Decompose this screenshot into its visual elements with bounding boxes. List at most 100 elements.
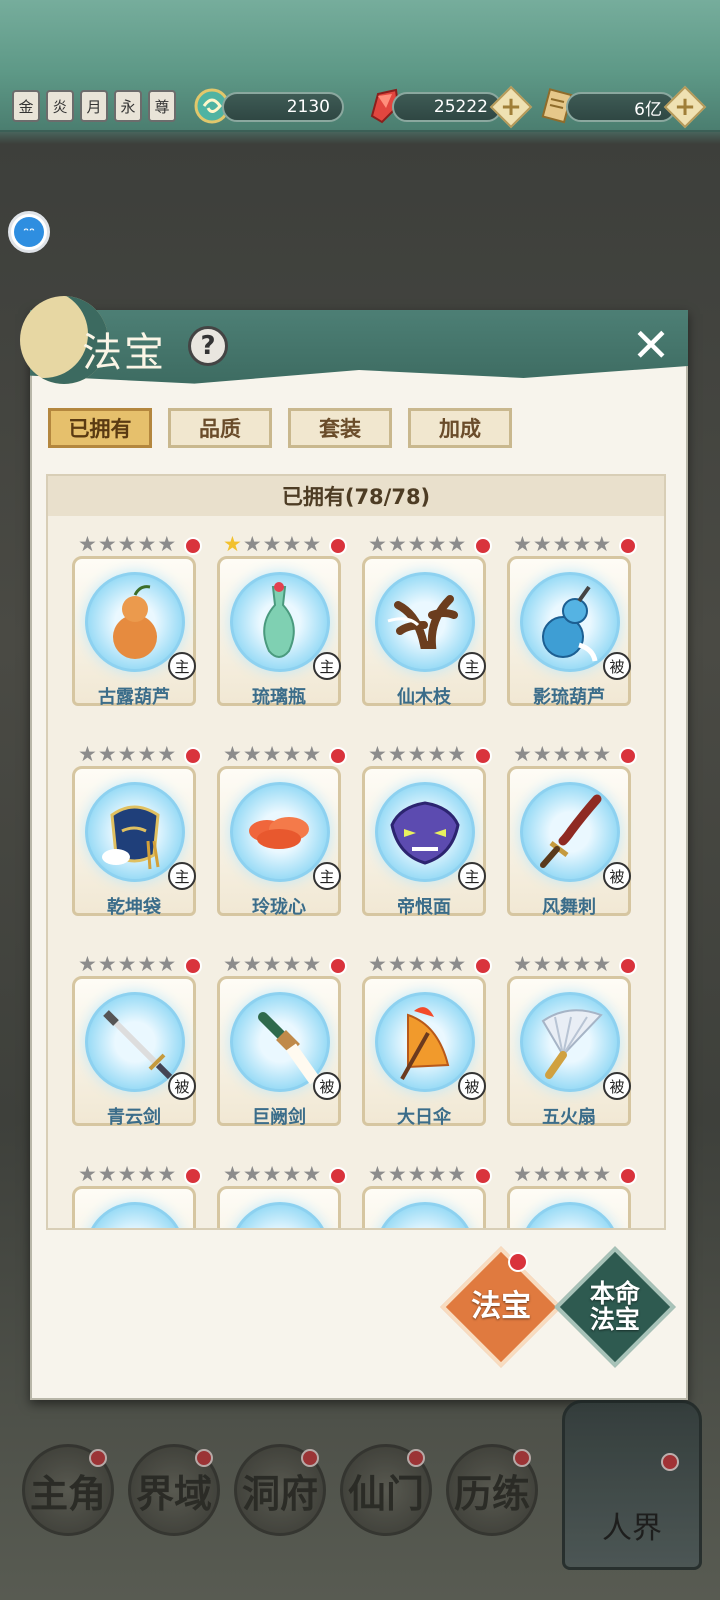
treasure-list[interactable]: 已拥有(78/78) ★ ★ ★ ★ ★ 主古露葫芦 ★ ★ ★ ★ ★ 主琉璃瓶 ★ ★ ★ ★ ★ 主仙木枝 ★… bbox=[46, 474, 666, 1230]
emblem-badge[interactable]: 炎 bbox=[46, 90, 74, 122]
tab-set[interactable]: 套装 bbox=[288, 408, 392, 448]
nav-label: 界域 bbox=[135, 1470, 212, 1516]
star-icon: ★ bbox=[368, 1162, 387, 1186]
emblem-badge[interactable]: 金 bbox=[12, 90, 40, 122]
notification-dot bbox=[184, 957, 202, 975]
notification-dot bbox=[619, 747, 637, 765]
star-rating: ★ ★ ★ ★ ★ bbox=[223, 952, 322, 976]
treasure-name: 巨阙剑 bbox=[252, 1107, 306, 1128]
nav-button[interactable]: 仙门 bbox=[340, 1444, 432, 1536]
role-badge: 被 bbox=[603, 862, 631, 890]
star-rating: ★ ★ ★ ★ ★ bbox=[78, 532, 176, 556]
star-icon: ★ bbox=[157, 952, 177, 976]
treasure-card[interactable]: ★ ★ ★ ★ ★ 主玲珑心 bbox=[203, 736, 347, 918]
tab-quality[interactable]: 品质 bbox=[168, 408, 272, 448]
nav-button[interactable]: 洞府 bbox=[234, 1444, 326, 1536]
treasure-name: 琉璃瓶 bbox=[252, 687, 306, 708]
emblem-badge[interactable]: 尊 bbox=[148, 90, 176, 122]
treasure-card[interactable]: ★ ★ ★ ★ ★ 被大日伞 bbox=[348, 946, 492, 1128]
star-icon: ★ bbox=[532, 952, 552, 976]
nav-button[interactable]: 主角 bbox=[22, 1444, 114, 1536]
gold-amount: 6亿 bbox=[634, 99, 662, 120]
notification-dot bbox=[619, 537, 637, 555]
benming-fabao-button[interactable]: 本命 法宝 bbox=[554, 1246, 676, 1368]
treasure-card[interactable]: ★ ★ ★ ★ ★ bbox=[348, 1156, 492, 1228]
close-button[interactable]: ✕ bbox=[626, 318, 676, 372]
star-rating: ★ ★ ★ ★ ★ bbox=[513, 952, 611, 976]
star-rating: ★ ★ ★ ★ ★ bbox=[78, 742, 177, 766]
star-icon: ★ bbox=[572, 952, 592, 976]
star-rating: ★ ★ ★ ★ ★ bbox=[78, 952, 177, 976]
filter-tabs: 已拥有 品质 套装 加成 bbox=[48, 408, 512, 448]
star-icon: ★ bbox=[137, 952, 157, 976]
notification-dot bbox=[301, 1449, 319, 1467]
plus-icon: + bbox=[674, 92, 696, 122]
fabao-button[interactable]: 法宝 bbox=[440, 1246, 562, 1368]
star-icon: ★ bbox=[302, 532, 322, 556]
treasure-card[interactable]: ★ ★ ★ ★ ★ 被巨阙剑 bbox=[203, 946, 347, 1128]
star-icon: ★ bbox=[532, 742, 552, 766]
star-icon: ★ bbox=[262, 742, 282, 766]
treasure-card[interactable]: ★ ★ ★ ★ ★ bbox=[58, 1156, 202, 1228]
star-icon: ★ bbox=[592, 532, 612, 556]
star-icon: ★ bbox=[427, 532, 447, 556]
tab-bonus[interactable]: 加成 bbox=[408, 408, 512, 448]
star-icon: ★ bbox=[552, 742, 572, 766]
add-crystal-button[interactable]: + bbox=[489, 85, 533, 129]
star-icon: ★ bbox=[513, 1162, 532, 1186]
star-icon: ★ bbox=[262, 952, 282, 976]
star-icon: ★ bbox=[157, 742, 177, 766]
treasure-card[interactable]: ★ ★ ★ ★ ★ 主帝恨面 bbox=[348, 736, 492, 918]
star-icon: ★ bbox=[97, 532, 117, 556]
star-icon: ★ bbox=[447, 952, 467, 976]
star-icon: ★ bbox=[387, 742, 407, 766]
star-icon: ★ bbox=[302, 952, 322, 976]
treasure-card[interactable]: ★ ★ ★ ★ ★ 主琉璃瓶 bbox=[203, 526, 347, 708]
star-icon: ★ bbox=[513, 742, 532, 766]
treasure-name: 乾坤袋 bbox=[107, 897, 161, 918]
treasure-name: 影琉葫芦 bbox=[533, 687, 605, 708]
star-icon: ★ bbox=[447, 532, 467, 556]
star-icon: ★ bbox=[78, 952, 97, 976]
nav-button[interactable]: 历练 bbox=[446, 1444, 538, 1536]
star-icon: ★ bbox=[117, 532, 137, 556]
star-icon: ★ bbox=[513, 532, 532, 556]
treasure-card[interactable]: ★ ★ ★ ★ ★ 被青云剑 bbox=[58, 946, 202, 1128]
chat-button[interactable]: ᵔᵔ bbox=[8, 211, 50, 253]
role-badge: 被 bbox=[603, 1072, 631, 1100]
treasure-card[interactable]: ★ ★ ★ ★ ★ 被风舞刺 bbox=[493, 736, 637, 918]
tab-owned[interactable]: 已拥有 bbox=[48, 408, 152, 448]
treasure-name: 五火扇 bbox=[542, 1107, 596, 1128]
treasure-partial-icon bbox=[230, 1202, 330, 1228]
star-icon: ★ bbox=[242, 742, 262, 766]
notification-dot bbox=[661, 1453, 679, 1471]
treasure-name: 帝恨面 bbox=[397, 897, 451, 918]
treasure-card[interactable]: ★ ★ ★ ★ ★ bbox=[203, 1156, 347, 1228]
treasure-card[interactable]: ★ ★ ★ ★ ★ bbox=[493, 1156, 637, 1228]
treasure-grid: ★ ★ ★ ★ ★ 主古露葫芦 ★ ★ ★ ★ ★ 主琉璃瓶 ★ ★ ★ ★ ★ 主仙木枝 ★ ★ ★ ★ ★ 被影琉葫芦 ★ ★… bbox=[58, 526, 658, 1228]
list-header: 已拥有(78/78) bbox=[48, 476, 664, 516]
star-icon: ★ bbox=[242, 532, 262, 556]
role-badge: 主 bbox=[168, 862, 196, 890]
help-button[interactable]: ? bbox=[188, 326, 228, 366]
treasure-partial-icon bbox=[375, 1202, 475, 1228]
star-rating: ★ ★ ★ ★ ★ bbox=[513, 532, 612, 556]
emblem-badge[interactable]: 永 bbox=[114, 90, 142, 122]
treasure-card[interactable]: ★ ★ ★ ★ ★ 被影琉葫芦 bbox=[493, 526, 637, 708]
realm-button[interactable]: 人界 bbox=[562, 1400, 702, 1570]
star-icon: ★ bbox=[387, 532, 407, 556]
treasure-card[interactable]: ★ ★ ★ ★ ★ 主乾坤袋 bbox=[58, 736, 202, 918]
notification-dot bbox=[508, 1252, 528, 1272]
star-rating: ★ ★ ★ ★ ★ bbox=[223, 742, 321, 766]
chat-icon: ᵔᵔ bbox=[14, 217, 44, 247]
star-icon: ★ bbox=[572, 532, 592, 556]
treasure-card[interactable]: ★ ★ ★ ★ ★ 主仙木枝 bbox=[348, 526, 492, 708]
nav-button[interactable]: 界域 bbox=[128, 1444, 220, 1536]
star-icon: ★ bbox=[427, 952, 447, 976]
jade-currency: 2130 bbox=[222, 92, 344, 122]
treasure-card[interactable]: ★ ★ ★ ★ ★ 被五火扇 bbox=[493, 946, 637, 1128]
treasure-card[interactable]: ★ ★ ★ ★ ★ 主古露葫芦 bbox=[58, 526, 202, 708]
notification-dot bbox=[407, 1449, 425, 1467]
add-gold-button[interactable]: + bbox=[663, 85, 707, 129]
emblem-badge[interactable]: 月 bbox=[80, 90, 108, 122]
